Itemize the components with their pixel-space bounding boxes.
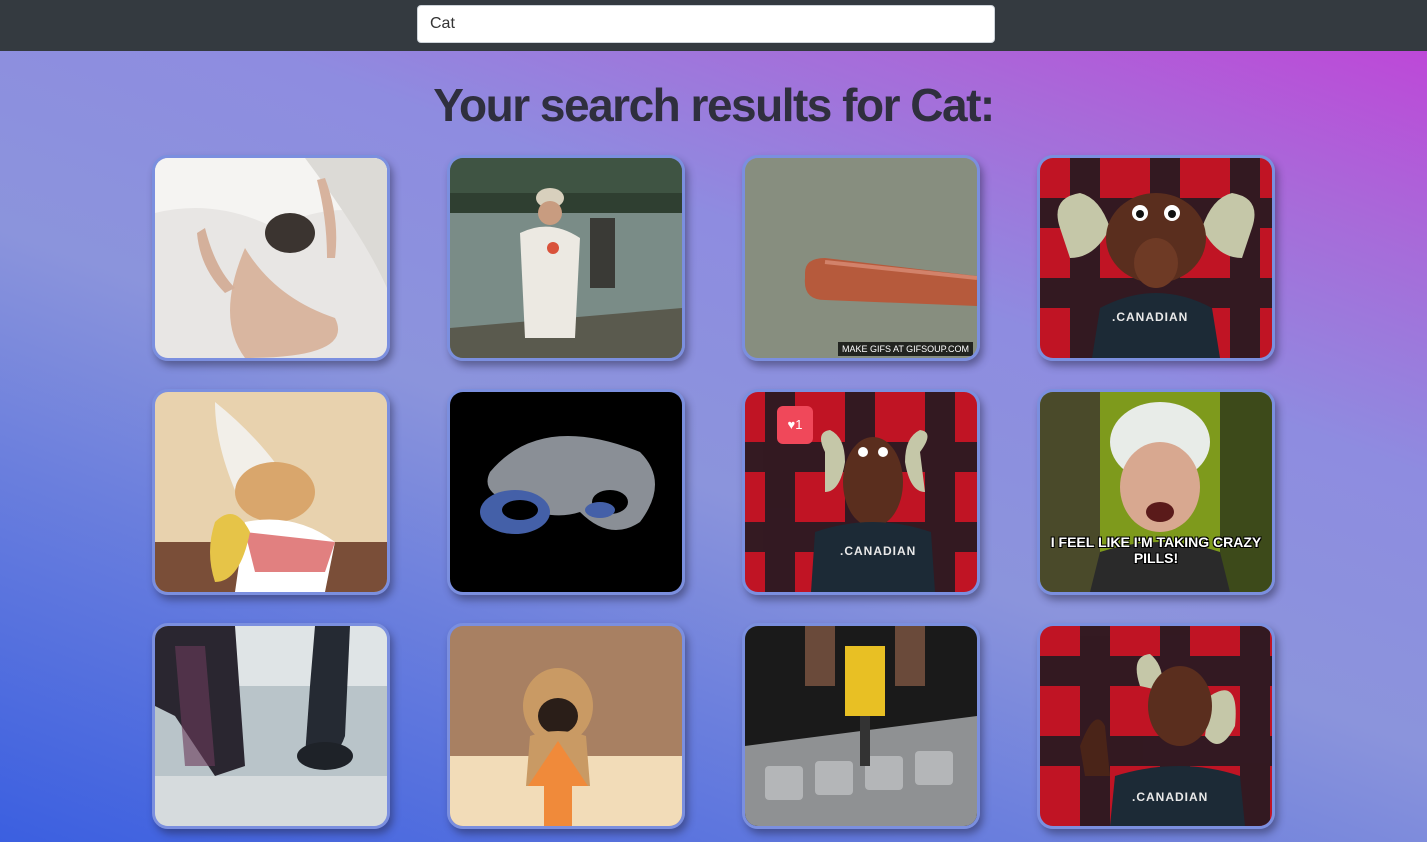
gif-caption: I FEEL LIKE I'M TAKING CRAZY PILLS!: [1050, 534, 1262, 566]
gif-result-card[interactable]: .CANADIAN: [1037, 155, 1275, 361]
gif-result-card[interactable]: MAKE GIFS AT GIFSOUP.COM: [742, 155, 980, 361]
gif-image: [1040, 158, 1272, 358]
top-navbar: [0, 0, 1427, 51]
search-input[interactable]: [417, 5, 995, 43]
gif-result-card[interactable]: [447, 389, 685, 595]
gif-image: [745, 158, 977, 358]
gif-image: [155, 158, 387, 358]
gif-result-card[interactable]: [152, 623, 390, 829]
gif-image: [450, 158, 682, 358]
gif-caption: .CANADIAN: [1132, 790, 1209, 804]
results-grid: MAKE GIFS AT GIFSOUP.COM .CANADIAN ♥1 .C…: [152, 155, 1278, 829]
gif-image: [450, 392, 682, 592]
gif-caption: .CANADIAN: [840, 544, 917, 558]
like-badge: ♥1: [777, 406, 813, 444]
gif-caption: .CANADIAN: [1112, 310, 1189, 324]
gif-image: [155, 626, 387, 826]
gif-result-card[interactable]: [447, 623, 685, 829]
gif-image: [450, 626, 682, 826]
gif-result-card[interactable]: .CANADIAN: [1037, 623, 1275, 829]
gif-image: [155, 392, 387, 592]
page-title: Your search results for Cat:: [433, 79, 995, 131]
gif-result-card[interactable]: [742, 623, 980, 829]
gif-result-card[interactable]: [152, 155, 390, 361]
gif-result-card[interactable]: [152, 389, 390, 595]
gif-result-card[interactable]: I FEEL LIKE I'M TAKING CRAZY PILLS!: [1037, 389, 1275, 595]
gif-result-card[interactable]: [447, 155, 685, 361]
gif-caption: MAKE GIFS AT GIFSOUP.COM: [837, 342, 973, 356]
gif-result-card[interactable]: ♥1 .CANADIAN: [742, 389, 980, 595]
gif-image: [745, 626, 977, 826]
